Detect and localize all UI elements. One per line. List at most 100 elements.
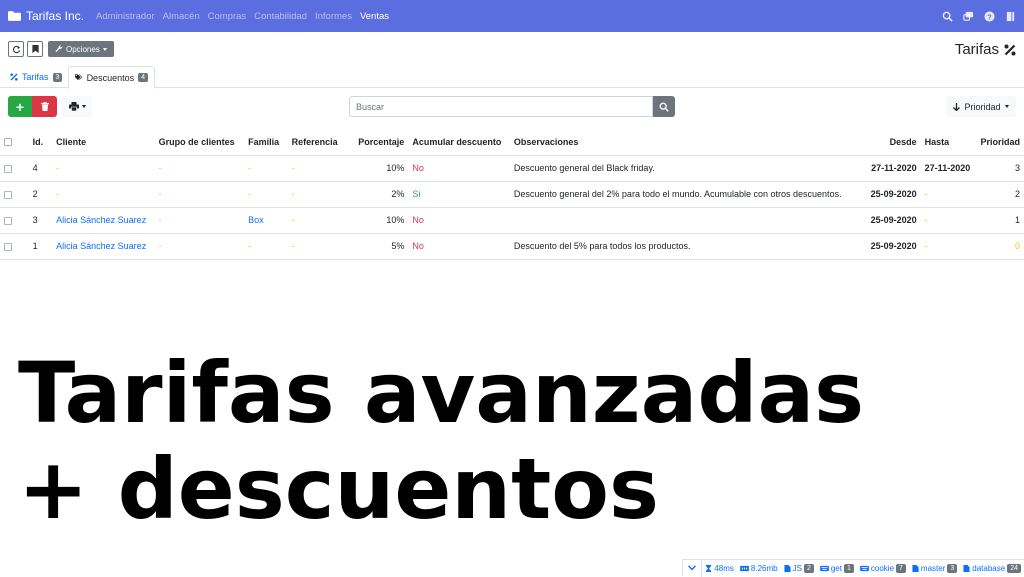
- cell-grupo: -: [155, 155, 244, 181]
- trash-icon: [41, 102, 49, 111]
- select-all-checkbox[interactable]: [4, 138, 12, 146]
- header-id[interactable]: Id.: [29, 129, 52, 155]
- cell-grupo: -: [155, 233, 244, 259]
- percent-icon: [1004, 44, 1016, 56]
- menu-ventas[interactable]: Ventas: [360, 11, 389, 22]
- row-select-cell[interactable]: [0, 207, 29, 233]
- discounts-table: Id. Cliente Grupo de clientes Familia Re…: [0, 129, 1024, 260]
- refresh-button[interactable]: [8, 41, 24, 57]
- table-row[interactable]: 4 - - - - 10% No Descuento general del B…: [0, 155, 1024, 181]
- header-referencia[interactable]: Referencia: [288, 129, 349, 155]
- cell-grupo: -: [155, 181, 244, 207]
- options-button[interactable]: Opciones: [48, 41, 114, 57]
- help-icon[interactable]: ?: [984, 11, 995, 22]
- search-icon[interactable]: [942, 11, 953, 22]
- hourglass-icon: [705, 565, 712, 572]
- row-checkbox[interactable]: [4, 191, 12, 199]
- menu-compras[interactable]: Compras: [208, 11, 247, 22]
- debug-memory-value: 8.26mb: [751, 564, 778, 573]
- cell-observaciones: Descuento general del Black friday.: [510, 155, 854, 181]
- table-row[interactable]: 2 - - - - 2% Si Descuento general del 2%…: [0, 181, 1024, 207]
- cell-familia[interactable]: Box: [244, 207, 288, 233]
- debug-get[interactable]: get 1: [817, 564, 857, 573]
- menu-contabilidad[interactable]: Contabilidad: [254, 11, 307, 22]
- row-checkbox[interactable]: [4, 217, 12, 225]
- plus-icon: +: [16, 99, 24, 115]
- header-observaciones[interactable]: Observaciones: [510, 129, 854, 155]
- delete-button[interactable]: [32, 96, 57, 117]
- header-cliente[interactable]: Cliente: [52, 129, 155, 155]
- select-all-cell[interactable]: [0, 129, 29, 155]
- chevron-down-icon: [1005, 105, 1009, 108]
- menu-administrador[interactable]: Administrador: [96, 11, 155, 22]
- overlay-line-2: + descuentos: [18, 441, 864, 537]
- table-row[interactable]: 1 Alicia Sánchez Suarez - - - 5% No Desc…: [0, 233, 1024, 259]
- wrench-icon: [55, 45, 63, 53]
- header-hasta[interactable]: Hasta: [921, 129, 977, 155]
- main-menu: Administrador Almacén Compras Contabilid…: [96, 11, 397, 22]
- cell-prioridad: 2: [976, 181, 1024, 207]
- table-header-row: Id. Cliente Grupo de clientes Familia Re…: [0, 129, 1024, 155]
- cell-grupo: -: [155, 207, 244, 233]
- sort-button[interactable]: Prioridad: [946, 96, 1016, 117]
- print-button[interactable]: [62, 96, 92, 117]
- chevron-down-icon: [103, 48, 107, 51]
- row-select-cell[interactable]: [0, 233, 29, 259]
- table-row[interactable]: 3 Alicia Sánchez Suarez - Box - 10% No 2…: [0, 207, 1024, 233]
- debug-label: database: [972, 564, 1005, 573]
- svg-text:?: ?: [987, 12, 992, 21]
- page-toolbar: Opciones: [8, 41, 114, 57]
- debug-database[interactable]: database 24: [960, 564, 1024, 573]
- logout-icon[interactable]: [1005, 11, 1016, 22]
- cell-hasta: -: [921, 233, 977, 259]
- cell-cliente[interactable]: Alicia Sánchez Suarez: [52, 233, 155, 259]
- search-button[interactable]: [653, 96, 675, 117]
- search-input[interactable]: [349, 96, 653, 117]
- cell-desde: 25-09-2020: [854, 181, 921, 207]
- row-select-cell[interactable]: [0, 181, 29, 207]
- cell-cliente[interactable]: Alicia Sánchez Suarez: [52, 207, 155, 233]
- menu-almacen[interactable]: Almacén: [163, 11, 200, 22]
- keyboard-icon: [860, 565, 869, 572]
- cell-prioridad: 3: [976, 155, 1024, 181]
- file-icon: [912, 565, 919, 572]
- folder-icon: [8, 11, 21, 21]
- navbar-actions: ?: [942, 0, 1016, 32]
- overlay-title: Tarifas avanzadas + descuentos: [18, 345, 864, 537]
- debug-time[interactable]: 48ms: [702, 564, 737, 573]
- add-button[interactable]: +: [8, 96, 32, 117]
- menu-informes[interactable]: Informes: [315, 11, 352, 22]
- debug-count-badge: 2: [804, 564, 814, 573]
- cell-referencia: -: [288, 233, 349, 259]
- debug-js[interactable]: JS 2: [781, 564, 817, 573]
- row-select-cell[interactable]: [0, 155, 29, 181]
- debug-master[interactable]: master 3: [909, 564, 960, 573]
- header-acumular[interactable]: Acumular descuento: [408, 129, 510, 155]
- row-checkbox[interactable]: [4, 165, 12, 173]
- tab-descuentos[interactable]: Descuentos 4: [68, 66, 155, 89]
- overlay-line-1: Tarifas avanzadas: [18, 345, 864, 441]
- debug-toggle[interactable]: [683, 560, 702, 577]
- header-grupo[interactable]: Grupo de clientes: [155, 129, 244, 155]
- debug-cookie[interactable]: cookie 7: [857, 564, 909, 573]
- header-prioridad[interactable]: Prioridad: [976, 129, 1024, 155]
- row-checkbox[interactable]: [4, 243, 12, 251]
- cell-prioridad: 1: [976, 207, 1024, 233]
- debug-label: cookie: [871, 564, 894, 573]
- tab-tarifas[interactable]: Tarifas 3: [4, 66, 68, 88]
- debug-count-badge: 7: [896, 564, 906, 573]
- brand[interactable]: Tarifas Inc.: [8, 9, 84, 23]
- header-porcentaje[interactable]: Porcentaje: [349, 129, 408, 155]
- page-title-text: Tarifas: [955, 41, 999, 58]
- debug-label: master: [921, 564, 945, 573]
- header-desde[interactable]: Desde: [854, 129, 921, 155]
- header-familia[interactable]: Familia: [244, 129, 288, 155]
- bookmark-icon: [32, 45, 39, 53]
- keyboard-icon: [820, 565, 829, 572]
- messages-icon[interactable]: [963, 11, 974, 22]
- tab-count-badge: 4: [138, 73, 148, 82]
- chevron-down-icon: [688, 565, 696, 571]
- debug-bar: 48ms 8.26mb JS 2 get 1 cookie 7 master 3…: [682, 559, 1024, 576]
- bookmark-button[interactable]: [27, 41, 43, 57]
- debug-memory[interactable]: 8.26mb: [737, 564, 781, 573]
